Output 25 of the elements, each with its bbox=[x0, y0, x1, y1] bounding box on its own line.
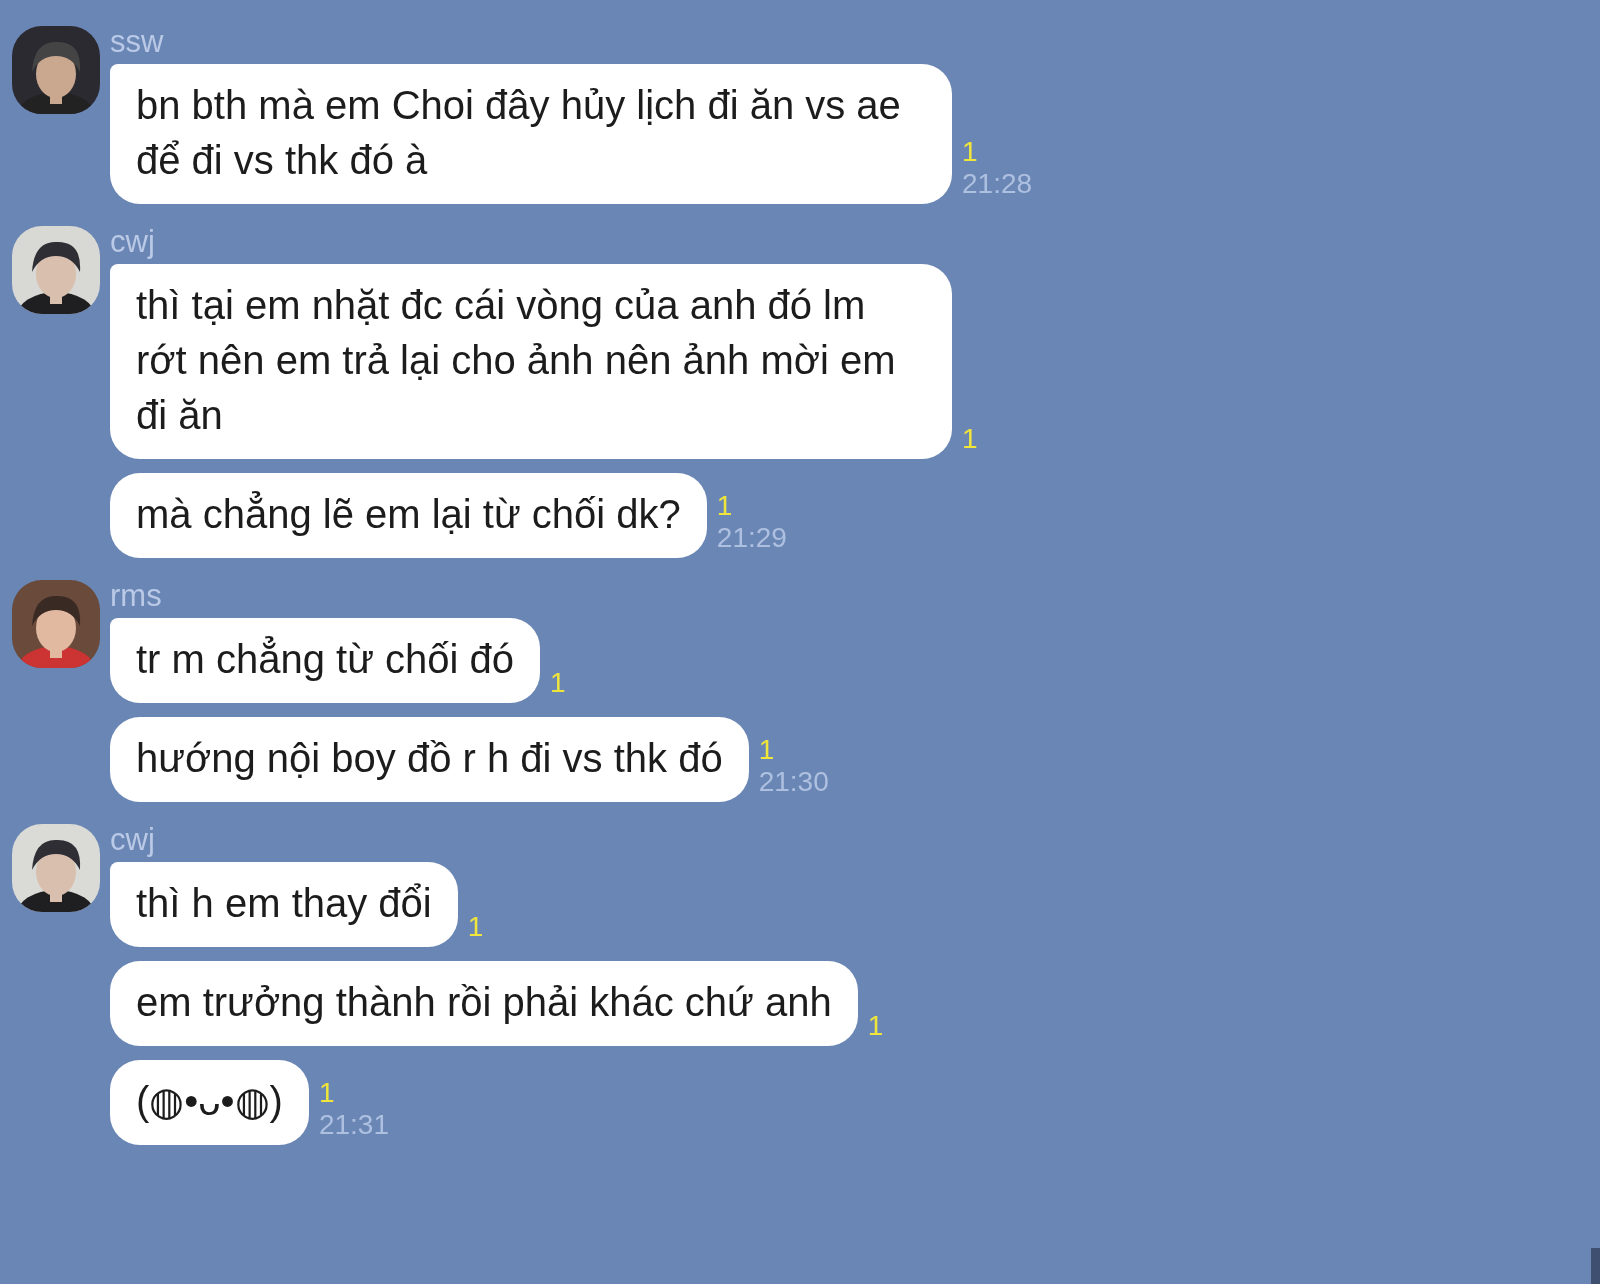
message-bubble: thì h em thay đổi bbox=[110, 862, 458, 947]
sender-name: cwj bbox=[110, 224, 156, 260]
message-bubble: mà chẳng lẽ em lại từ chối dk? bbox=[110, 473, 707, 558]
unread-count: 1 bbox=[550, 667, 566, 699]
scrollbar[interactable] bbox=[1591, 1248, 1600, 1284]
sender-name: cwj bbox=[110, 822, 156, 858]
message-bubble: tr m chẳng từ chối đó bbox=[110, 618, 541, 703]
unread-count: 1 bbox=[318, 1077, 336, 1109]
timestamp: 21:31 bbox=[318, 1109, 389, 1141]
message-bubble: bn bth mà em Choi đây hủy lịch đi ăn vs ae để đi vs thk đó à bbox=[110, 64, 952, 204]
timestamp: 21:28 bbox=[962, 168, 1033, 200]
unread-count: 1 bbox=[867, 1010, 884, 1042]
unread-count: 1 bbox=[716, 490, 734, 522]
message-bubble: em trưởng thành rồi phải khác chứ anh bbox=[110, 961, 858, 1046]
message-bubble: thì tại em nhặt đc cái vòng của anh đó lm rớt nên em trả lại cho ảnh nên ảnh mời em đi ăn bbox=[110, 264, 952, 459]
unread-count: 1 bbox=[758, 734, 776, 766]
unread-count: 1 bbox=[962, 423, 978, 455]
unread-count: 1 bbox=[962, 136, 979, 168]
message-bubble: hướng nội boy đồ r h đi vs thk đó bbox=[110, 717, 749, 802]
sender-name: ssw bbox=[110, 24, 165, 60]
unread-count: 1 bbox=[467, 911, 484, 943]
timestamp: 21:30 bbox=[758, 766, 829, 798]
message-bubble: (◍•ᴗ•◍) bbox=[110, 1060, 309, 1145]
timestamp: 21:29 bbox=[716, 522, 787, 554]
sender-name: rms bbox=[110, 578, 163, 614]
